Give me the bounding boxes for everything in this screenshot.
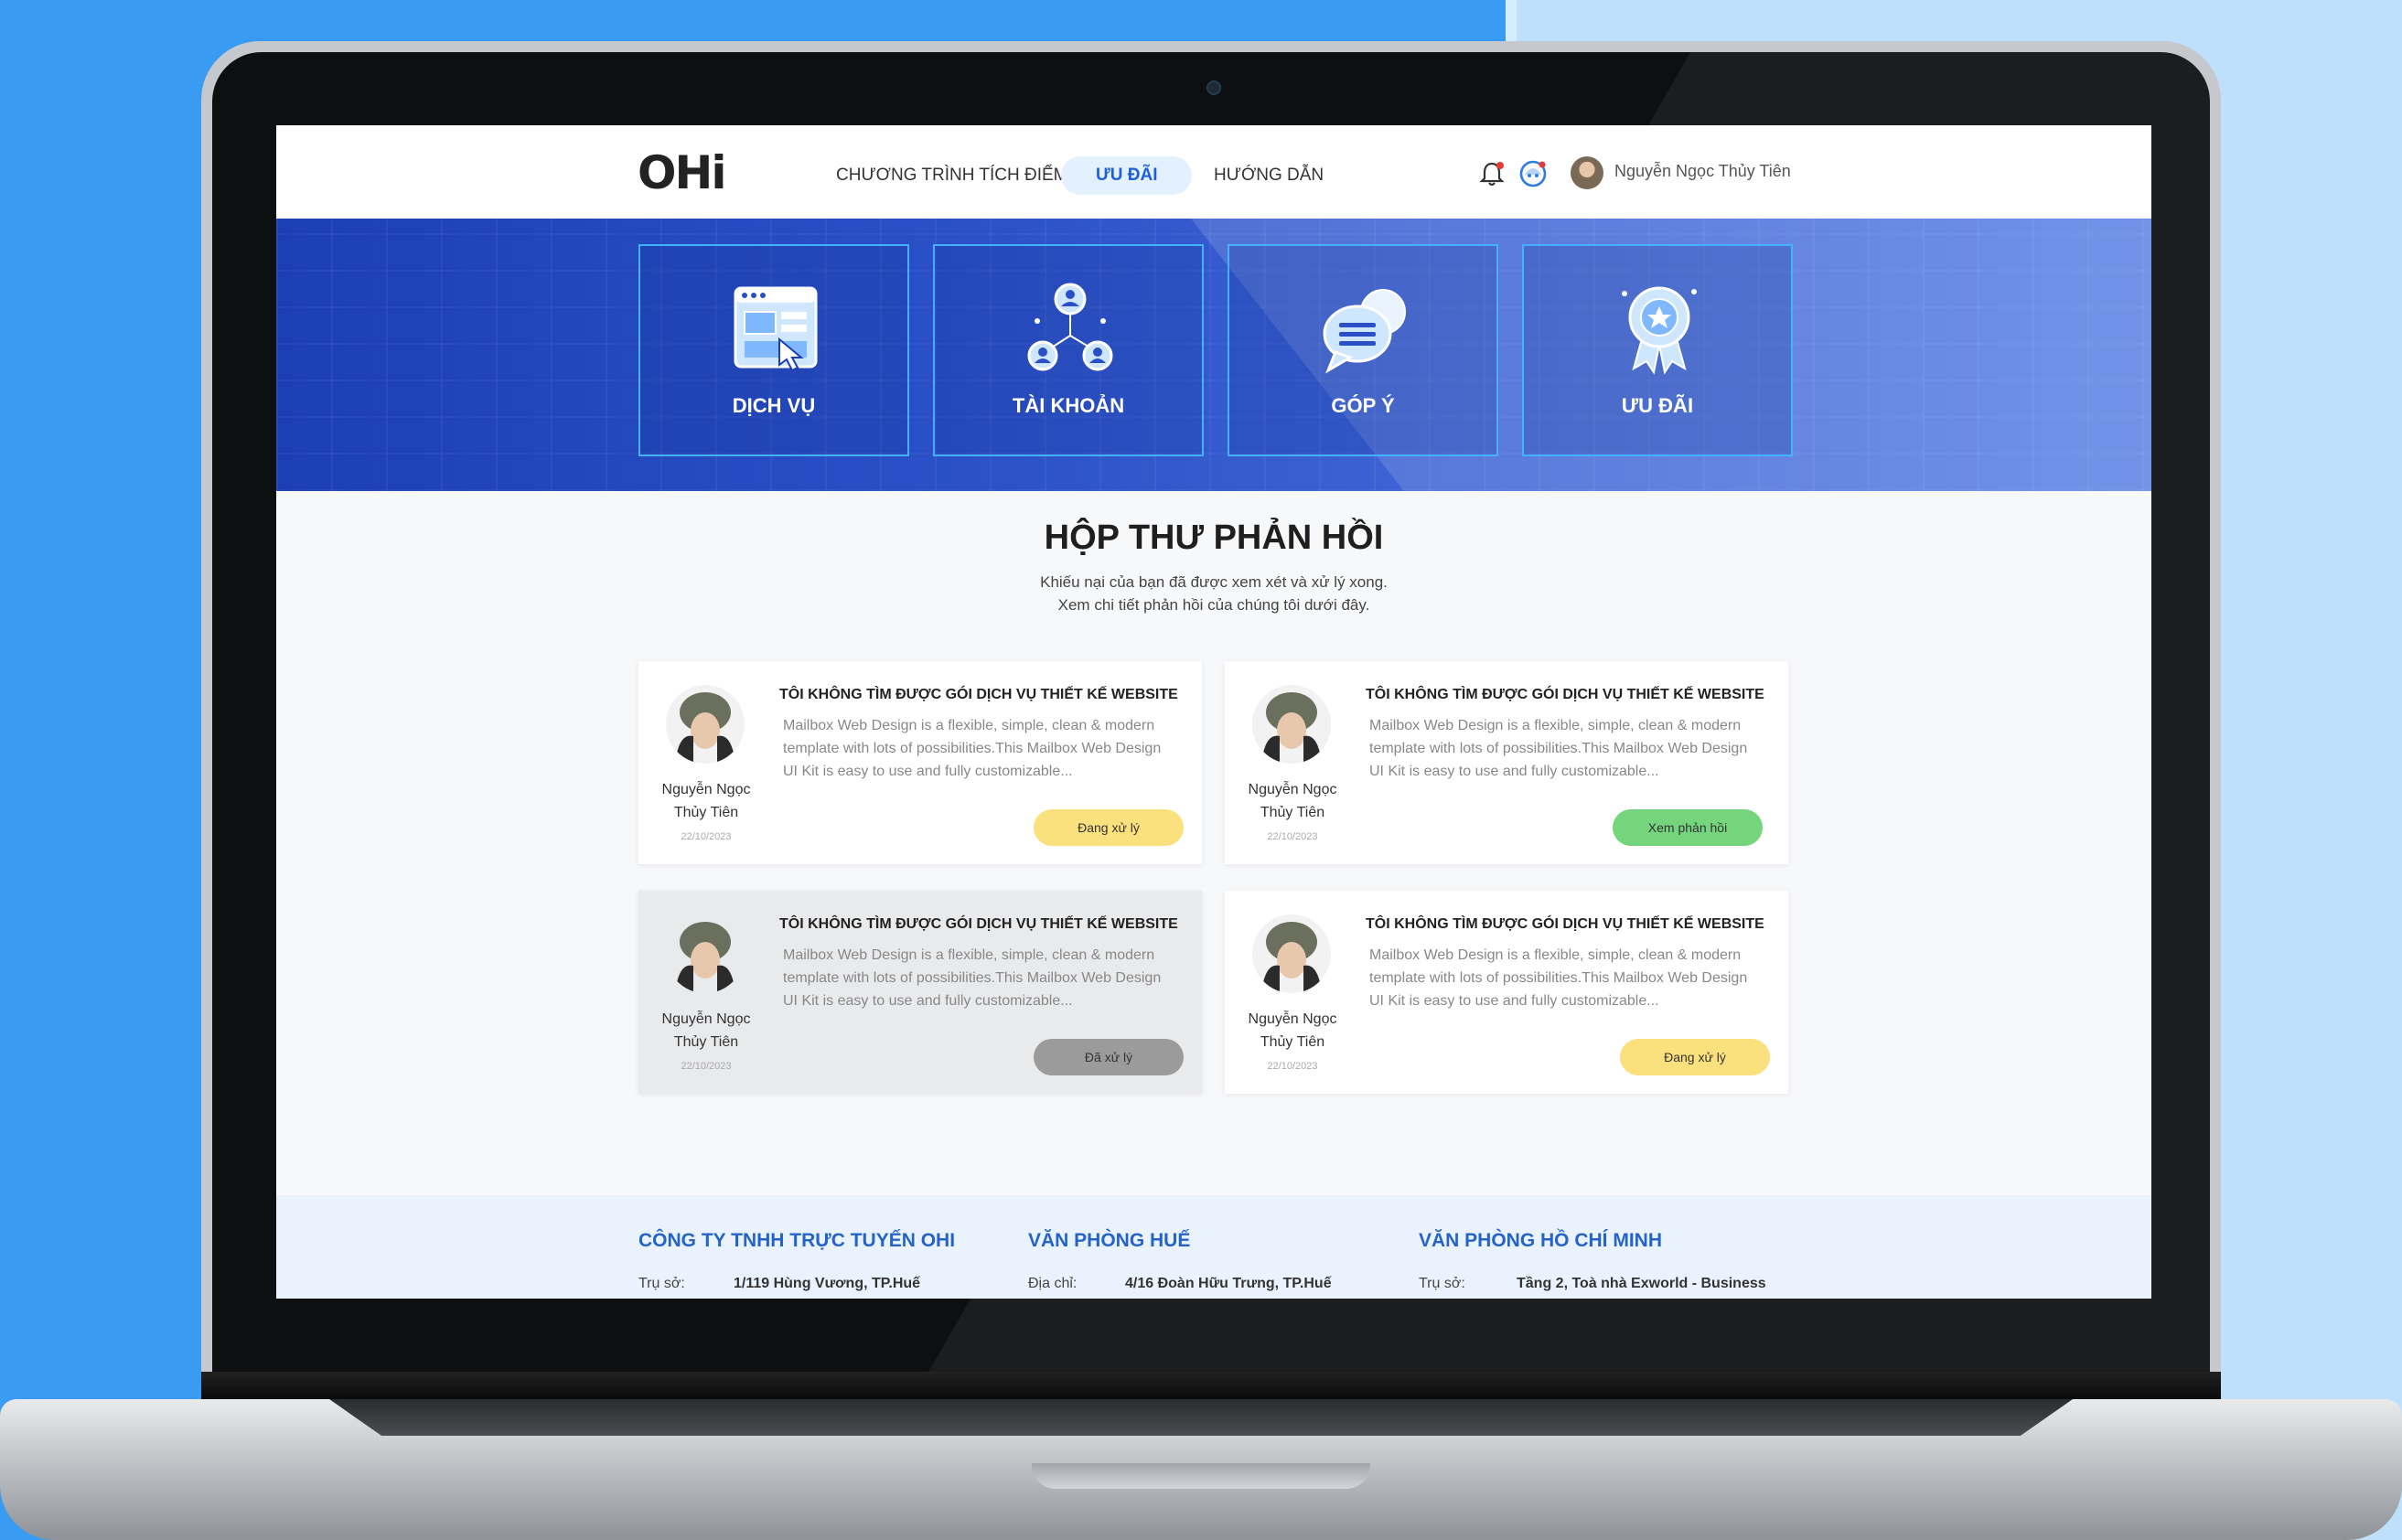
footer-heading: VĂN PHÒNG HỒ CHÍ MINH: [1419, 1230, 1663, 1251]
tile-label: TÀI KHOẢN: [1012, 394, 1125, 417]
card-title: TÔI KHÔNG TÌM ĐƯỢC GÓI DỊCH VỤ THIẾT KẾ …: [1366, 687, 1764, 702]
footer-value: 4/16 Đoàn Hữu Trưng, TP.Huế: [1125, 1276, 1332, 1291]
card-date: 22/10/2023: [681, 1061, 732, 1072]
avatar: [666, 914, 745, 993]
footer: CÔNG TY TNHH TRỰC TUYẾN OHI Trụ sở: 1/11…: [276, 1195, 2151, 1299]
feedback-card[interactable]: Nguyễn Ngọc Thủy Tiên 22/10/2023 TÔI KHÔN…: [638, 661, 1202, 864]
card-date: 22/10/2023: [1267, 831, 1318, 842]
tile-offers[interactable]: ƯU ĐÃI: [1522, 244, 1793, 456]
footer-heading: CÔNG TY TNHH TRỰC TUYẾN OHI: [638, 1230, 956, 1251]
laptop-hinge: [201, 1372, 2221, 1399]
footer-heading: VĂN PHÒNG HUẾ: [1028, 1230, 1191, 1251]
feedback-inbox: HỘP THƯ PHẢN HỒI Khiếu nại của bạn đã đư…: [276, 491, 2151, 1195]
feedback-card[interactable]: Nguyễn Ngọc Thủy Tiên 22/10/2023 TÔI KHÔN…: [638, 891, 1202, 1094]
tile-account[interactable]: TÀI KHOẢN: [933, 244, 1204, 456]
author-name: Nguyễn Ngọc Thủy Tiên: [661, 782, 751, 820]
card-title: TÔI KHÔNG TÌM ĐƯỢC GÓI DỊCH VỤ THIẾT KẾ …: [1366, 916, 1764, 932]
feedback-card[interactable]: Nguyễn Ngọc Thủy Tiên 22/10/2023 TÔI KHÔN…: [1225, 661, 1788, 864]
footer-key: Địa chỉ:: [1028, 1276, 1078, 1291]
avatar: [1252, 914, 1331, 993]
ohi-logo[interactable]: OHi: [638, 149, 726, 197]
status-button-processing[interactable]: Đang xử lý: [1034, 809, 1184, 846]
feedback-chat-icon: [1323, 289, 1406, 374]
account-network-icon: [1027, 283, 1113, 371]
card-title: TÔI KHÔNG TÌM ĐƯỢC GÓI DỊCH VỤ THIẾT KẾ …: [779, 916, 1178, 932]
card-date: 22/10/2023: [681, 831, 732, 842]
avatar: [666, 685, 745, 764]
nav-offers[interactable]: ƯU ĐÃI: [1061, 156, 1193, 195]
tile-feedback[interactable]: GÓP Ý: [1228, 244, 1498, 456]
card-date: 22/10/2023: [1267, 1061, 1318, 1072]
subtitle-line-2: Xem chi tiết phản hồi của chúng tôi dưới…: [1057, 596, 1370, 614]
bell-icon[interactable]: [1476, 158, 1507, 189]
card-text: Mailbox Web Design is a flexible, simple…: [1369, 718, 1748, 779]
author-name: Nguyễn Ngọc Thủy Tiên: [661, 1011, 751, 1050]
support-icon[interactable]: [1517, 158, 1549, 189]
page-title: HỘP THƯ PHẢN HỒI: [1044, 519, 1384, 557]
user-avatar[interactable]: [1571, 156, 1603, 189]
award-badge-icon: [1622, 286, 1697, 375]
tile-service[interactable]: DỊCH VỤ: [638, 244, 909, 456]
laptop-keyboard-edge: [329, 1399, 2073, 1436]
top-navbar: OHi CHƯƠNG TRÌNH TÍCH ĐIỂM ƯU ĐÃI HƯỚNG …: [276, 125, 2151, 219]
footer-value: Tầng 2, Toà nhà Exworld - Business: [1517, 1276, 1766, 1291]
webcam-icon: [1206, 80, 1221, 95]
footer-key: Trụ sở:: [1419, 1276, 1465, 1291]
footer-key: Trụ sở:: [638, 1276, 685, 1291]
view-response-button[interactable]: Xem phản hồi: [1613, 809, 1763, 846]
user-name[interactable]: Nguyễn Ngọc Thủy Tiên: [1614, 162, 1791, 181]
footer-value: 1/119 Hùng Vương, TP.Huế: [734, 1276, 921, 1291]
author-name: Nguyễn Ngọc Thủy Tiên: [1248, 782, 1337, 820]
author-name: Nguyễn Ngọc Thủy Tiên: [1248, 1011, 1337, 1050]
card-title: TÔI KHÔNG TÌM ĐƯỢC GÓI DỊCH VỤ THIẾT KẾ …: [779, 687, 1178, 702]
tile-label: ƯU ĐÃI: [1621, 394, 1694, 417]
status-button-processing[interactable]: Đang xử lý: [1620, 1039, 1770, 1075]
status-button-resolved[interactable]: Đã xử lý: [1034, 1039, 1184, 1075]
avatar: [1252, 685, 1331, 764]
feedback-card[interactable]: Nguyễn Ngọc Thủy Tiên 22/10/2023 TÔI KHÔN…: [1225, 891, 1788, 1094]
nav-guide[interactable]: HƯỚNG DẪN: [1214, 156, 1324, 195]
nav-loyalty-program[interactable]: CHƯƠNG TRÌNH TÍCH ĐIỂM: [836, 156, 1068, 195]
screen: OHi CHƯƠNG TRÌNH TÍCH ĐIỂM ƯU ĐÃI HƯỚNG …: [276, 125, 2151, 1299]
subtitle-line-1: Khiếu nại của bạn đã được xem xét và xử …: [1040, 573, 1388, 591]
card-text: Mailbox Web Design is a flexible, simple…: [783, 718, 1162, 779]
tile-label: DỊCH VỤ: [732, 394, 816, 417]
tile-label: GÓP Ý: [1331, 394, 1395, 417]
hero-banner: DỊCH VỤ TÀI KHOẢN GÓP Ý ƯU ĐÃI: [276, 219, 2151, 491]
card-text: Mailbox Web Design is a flexible, simple…: [783, 947, 1162, 1009]
card-text: Mailbox Web Design is a flexible, simple…: [1369, 947, 1748, 1009]
service-window-icon: [734, 286, 818, 372]
laptop-notch: [1032, 1463, 1370, 1489]
